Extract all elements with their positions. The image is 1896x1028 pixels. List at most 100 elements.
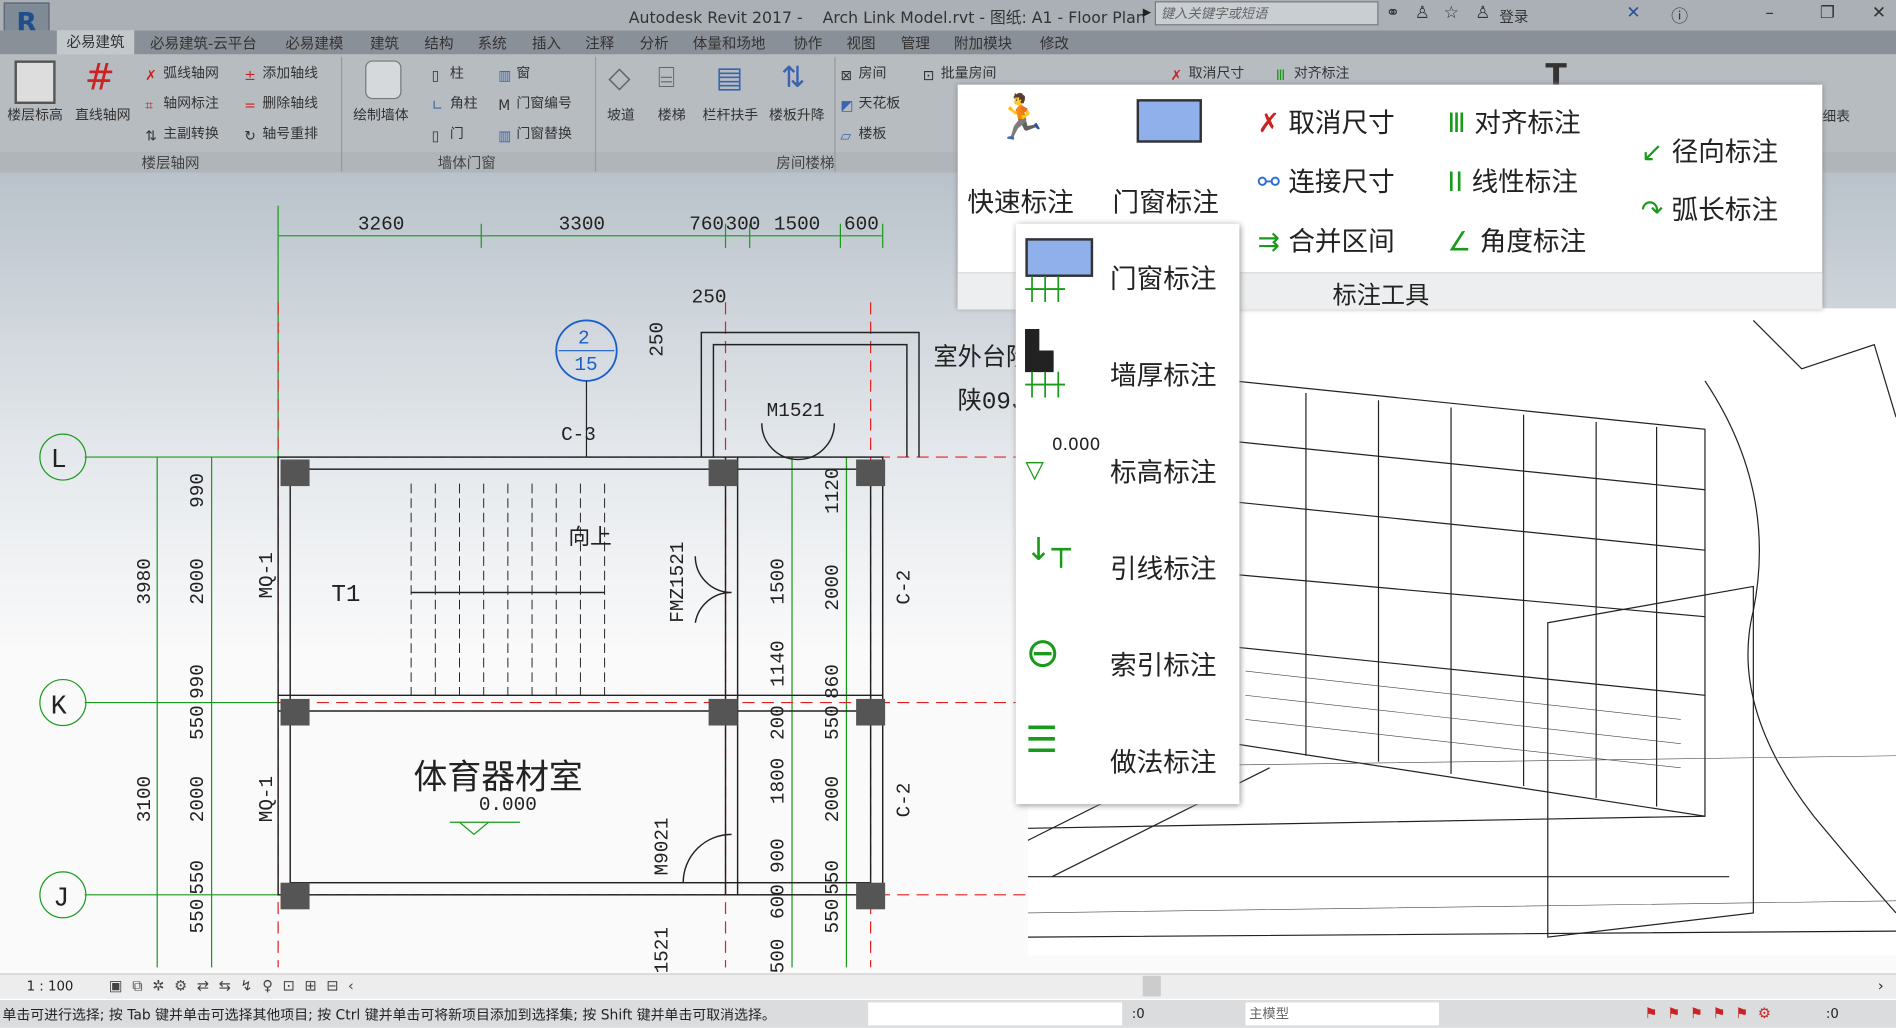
label: 取消尺寸 [1188,64,1245,82]
close-button[interactable]: ✕ [1872,4,1886,23]
binoculars-icon[interactable]: ⚭ [1386,4,1400,23]
cancel-dimension-ribbon-button[interactable]: ✗ 取消尺寸 [1171,63,1245,83]
tab-analyze[interactable]: 分析 [640,33,669,54]
arc-grid-button[interactable]: ✗ 弧线轴网 [145,63,219,83]
stair-direction: 向上 [568,525,612,551]
selection-filter-icons[interactable]: ⚑⚑⚑⚑⚑⚙ [1645,1005,1781,1022]
wall-tag: MQ-1 [256,552,278,598]
scroll-right-arrow[interactable]: › [1878,977,1884,994]
dropdown-item-door-window[interactable]: 门窗标注 [1110,258,1216,297]
label[interactable]: 合并区间 [1288,227,1394,257]
tab-collaborate[interactable]: 协作 [793,33,822,54]
straight-grid-button[interactable]: 直线轴网 [75,105,131,124]
view-control-bar: 1 : 100 ▣⧉✲⚙⇄⇆↯♀⊡⊞⊟‹ › [0,973,1896,999]
login-link[interactable]: 登录 [1499,6,1528,27]
arc-length-dimension-button: ↷ 弧长标注 [1641,189,1778,228]
add-axis-button[interactable]: ± 添加轴线 [244,63,318,83]
subscription-icon[interactable]: ♙ [1415,4,1430,23]
editable-count: :0 [1131,1006,1145,1022]
batch-room-button[interactable]: ⊡ 批量房间 [923,63,997,83]
dropdown-item-construction[interactable]: 做法标注 [1110,741,1216,780]
tab-architecture[interactable]: 建筑 [370,33,399,54]
elevation-mark-icon: 0.000 ▽ [1025,435,1101,484]
column-button[interactable]: ▯ 柱 [432,63,464,83]
label[interactable]: 弧长标注 [1672,196,1778,226]
window-button[interactable]: ▥ 窗 [498,63,530,83]
door-window-dimension-dropdown: ┼┼┼ 门窗标注 ▙ ┼┼┼ 墙厚标注 0.000 ▽ 标高标注 ↓┬ 引线标注 ⊖… [1015,223,1240,805]
grid-dimension-button[interactable]: ⌗ 轴网标注 [145,93,219,113]
panel-divider [834,56,836,172]
tab-modify[interactable]: 修改 [1040,33,1069,54]
main-sub-switch-button[interactable]: ⇅ 主副转换 [145,123,219,144]
ramp-button[interactable]: 坡道 [607,105,635,124]
tab-annotate[interactable]: 注释 [585,33,614,54]
door-window-number-button[interactable]: M 门窗编号 [498,93,572,113]
quick-dimension-button[interactable]: 快速标注 [967,181,1073,220]
horizontal-scrollbar-thumb[interactable] [1142,975,1161,997]
tab-systems[interactable]: 系统 [478,33,507,54]
design-option-dropdown[interactable]: 主模型 [1245,1002,1439,1026]
tab-view[interactable]: 视图 [846,33,875,54]
delete-axis-button[interactable]: = 删除轴线 [244,93,318,113]
expand-arrow-icon[interactable]: ▶ [1143,7,1151,19]
user-icon[interactable]: ♙ [1475,4,1490,23]
door-window-dimension-button[interactable]: 门窗标注 [1112,181,1218,220]
panel-label-grid: 楼层轴网 [141,154,200,172]
tab-insert[interactable]: 插入 [532,33,561,54]
view-scale[interactable]: 1 : 100 [27,978,74,994]
door-window-replace-button[interactable]: ▥ 门窗替换 [498,123,572,144]
floor-plan-drawing: 3260 3300 760 300 1500 600 250 250 2 15 … [39,205,1028,973]
favorite-star-icon[interactable]: ☆ [1444,4,1459,23]
floor-button[interactable]: ▱ 楼板 [840,123,886,144]
search-input[interactable]: 键入关键字或短语 [1154,1,1379,26]
tab-massing-site[interactable]: 体量和场地 [693,33,766,54]
tab-biyi-modeling[interactable]: 必易建模 [285,33,343,54]
label[interactable]: 角度标注 [1480,227,1586,257]
label: 轴网标注 [163,94,219,112]
exchange-apps-icon[interactable]: ✕ [1626,4,1640,23]
tab-addins[interactable]: 附加模块 [954,33,1012,54]
label[interactable]: 连接尺寸 [1288,168,1394,198]
schedule-button-partial[interactable]: 细表 [1822,106,1850,125]
level-button[interactable]: 楼层标高 [7,105,63,124]
dropdown-item-index[interactable]: 索引标注 [1110,645,1216,684]
restore-button[interactable]: ❐ [1820,4,1835,23]
label[interactable]: 线性标注 [1472,168,1578,198]
dropdown-item-leader[interactable]: 引线标注 [1110,548,1216,587]
label[interactable]: 径向标注 [1672,138,1778,168]
floor-lift-button[interactable]: 楼板升降 [769,105,825,124]
dropdown-item-elevation[interactable]: 标高标注 [1110,451,1216,490]
minimize-button[interactable]: – [1765,4,1773,23]
dim: 1120 [822,468,844,514]
dim: 250 [647,322,669,357]
tab-biyi-architecture[interactable]: 必易建筑 [56,30,135,56]
filter-count[interactable]: :0 [1826,1006,1839,1022]
railing-icon: ▤ [715,60,744,95]
grid-icon: # [84,56,116,100]
align-dimension-ribbon-button[interactable]: Ⅲ 对齐标注 [1276,63,1350,83]
draw-wall-button[interactable]: 绘制墙体 [353,105,409,124]
grid-bubble-k: K [51,691,67,721]
corner-column-button[interactable]: ∟ 角柱 [432,93,478,113]
help-icon[interactable]: ⓘ [1671,4,1688,28]
door-button[interactable]: ▯ 门 [432,123,464,144]
tab-manage[interactable]: 管理 [901,33,930,54]
label[interactable]: 取消尺寸 [1288,109,1394,139]
ceiling-button[interactable]: ◩ 天花板 [840,93,901,113]
label: 批量房间 [940,64,997,82]
tab-structure[interactable]: 结构 [424,33,453,54]
renumber-axis-button[interactable]: ↻ 轴号重排 [244,123,318,144]
tab-biyi-cloud[interactable]: 必易建筑-云平台 [150,33,257,54]
label[interactable]: 对齐标注 [1474,109,1580,139]
view-control-icons[interactable]: ▣⧉✲⚙⇄⇆↯♀⊡⊞⊟‹ [109,977,364,995]
railing-button[interactable]: 栏杆扶手 [703,105,759,124]
workset-dropdown[interactable] [868,1002,1123,1026]
label: 天花板 [858,94,901,112]
stair-button[interactable]: 楼梯 [658,105,686,124]
panel-divider [340,56,343,172]
linear-dimension-icon: ⅠⅠ [1447,168,1472,199]
room-button[interactable]: ⊠ 房间 [840,63,886,83]
floor-lift-icon: ⇅ [781,60,806,95]
label: 弧线轴网 [163,64,219,82]
dropdown-item-wall-thickness[interactable]: 墙厚标注 [1110,354,1216,393]
